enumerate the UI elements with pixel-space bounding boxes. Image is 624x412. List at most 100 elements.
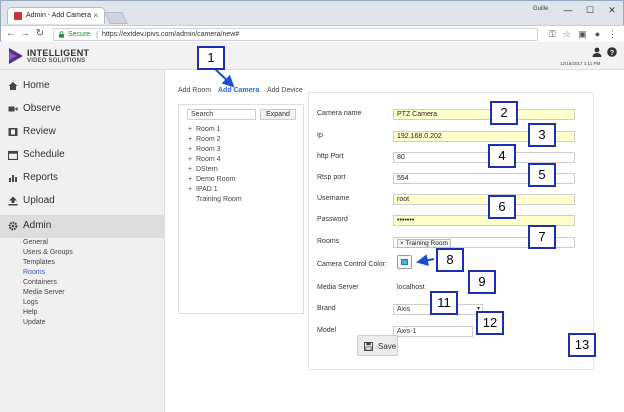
admin-sub-media-server[interactable]: Media Server xyxy=(23,289,65,296)
address-bar-row: ← → ↻ Secure | https://extdev.ipivs.com/… xyxy=(1,25,624,43)
minimize-button[interactable]: — xyxy=(559,4,577,16)
sidebar-item-label: Home xyxy=(23,80,50,91)
color-picker-button[interactable] xyxy=(397,255,412,269)
tab-add-device[interactable]: Add Device xyxy=(267,87,303,94)
browser-chrome: Admin - Add Camera × Guille — ☐ ✕ ← → ↻ … xyxy=(0,0,624,43)
username-label: Username xyxy=(317,195,350,202)
help-icon[interactable]: ? xyxy=(607,47,617,57)
tree-item[interactable]: + Room 1 xyxy=(188,126,221,133)
maximize-button[interactable]: ☐ xyxy=(581,4,599,16)
tree-item[interactable]: + Room 3 xyxy=(188,146,221,153)
search-input[interactable]: Search xyxy=(187,109,256,120)
expand-plus-icon[interactable]: + xyxy=(188,126,196,133)
media-server-value: localhost xyxy=(397,284,425,291)
film-icon xyxy=(8,128,18,136)
admin-sub-templates[interactable]: Templates xyxy=(23,259,55,266)
sidebar-item-upload[interactable]: Upload xyxy=(0,190,165,213)
callout-12: 12 xyxy=(476,311,504,335)
new-tab-button[interactable] xyxy=(104,12,128,24)
menu-kebab-icon[interactable]: ⋮ xyxy=(607,29,618,40)
room-tree-panel: Search Expand + Room 1 + Room 2 + Room 3 + R… xyxy=(178,104,304,314)
rooms-label: Rooms xyxy=(317,238,340,245)
model-select[interactable]: Axis-1 xyxy=(393,326,473,337)
expand-plus-icon[interactable]: + xyxy=(188,146,196,153)
profile-icon[interactable]: ● xyxy=(592,29,603,40)
upload-icon xyxy=(8,196,18,206)
brand-name: INTELLIGENT xyxy=(27,48,90,58)
forward-button[interactable]: → xyxy=(19,28,31,40)
sidebar-item-review[interactable]: Review xyxy=(0,121,165,144)
calendar-icon xyxy=(8,150,18,160)
expand-plus-icon[interactable]: + xyxy=(188,166,196,173)
tree-item[interactable]: + Room 2 xyxy=(188,136,221,143)
svg-text:?: ? xyxy=(610,50,614,57)
admin-sub-help[interactable]: Help xyxy=(23,309,37,316)
admin-sub-containers[interactable]: Containers xyxy=(23,279,57,286)
http-port-input[interactable]: 80 xyxy=(393,152,575,163)
reload-button[interactable]: ↻ xyxy=(34,28,46,40)
admin-sub-users-groups[interactable]: Users & Groups xyxy=(23,249,73,256)
tree-item[interactable]: + Room 4 xyxy=(188,156,221,163)
camera-name-label: Camera name xyxy=(317,110,362,117)
video-camera-icon xyxy=(8,106,18,112)
key-icon[interactable]: ⚿ xyxy=(547,29,558,40)
sidebar-item-admin[interactable]: Admin xyxy=(0,215,165,238)
sidebar-item-label: Upload xyxy=(23,195,55,206)
tree-item[interactable]: Training Room xyxy=(196,196,242,203)
save-button-label: Save xyxy=(378,342,397,351)
url-text[interactable]: https://extdev.ipivs.com/admin/camera/ne… xyxy=(102,31,239,38)
url-separator: | xyxy=(96,30,99,39)
sidebar-item-observe[interactable]: Observe xyxy=(0,98,165,121)
app-header: INTELLIGENT VIDEO SOLUTIONS ? 12/16/2017… xyxy=(0,42,624,70)
expand-plus-icon[interactable]: + xyxy=(188,176,196,183)
expand-button[interactable]: Expand xyxy=(260,109,296,120)
callout-5: 5 xyxy=(528,163,556,187)
url-field[interactable]: Secure | https://extdev.ipivs.com/admin/… xyxy=(53,28,538,41)
back-button[interactable]: ← xyxy=(5,28,17,40)
browser-tab[interactable]: Admin - Add Camera × xyxy=(7,7,105,24)
tree-item[interactable]: + Demo Room xyxy=(188,176,235,183)
camera-name-input[interactable]: PTZ Camera xyxy=(393,109,575,120)
admin-sub-general[interactable]: General xyxy=(23,239,48,246)
tab-close-icon[interactable]: × xyxy=(93,11,98,20)
callout-11: 11 xyxy=(430,291,458,315)
gear-icon xyxy=(8,221,18,231)
sidebar-item-schedule[interactable]: Schedule xyxy=(0,144,165,167)
bookmark-star-icon[interactable]: ☆ xyxy=(561,29,572,40)
save-button[interactable]: Save xyxy=(357,335,398,356)
sidebar-item-label: Observe xyxy=(23,103,61,114)
username-input[interactable]: root xyxy=(393,194,575,205)
floppy-disk-icon xyxy=(364,342,373,351)
callout-6: 6 xyxy=(488,195,516,219)
tree-item[interactable]: + IPAD 1 xyxy=(188,186,218,193)
home-icon xyxy=(8,82,18,90)
lock-icon xyxy=(59,31,64,38)
sidebar-item-reports[interactable]: Reports xyxy=(0,167,165,190)
secure-label: Secure xyxy=(68,31,91,38)
sidebar-item-label: Review xyxy=(23,126,56,137)
callout-2: 2 xyxy=(490,101,518,125)
expand-plus-icon[interactable]: + xyxy=(188,186,196,193)
expand-plus-icon[interactable]: + xyxy=(188,136,196,143)
admin-sub-rooms[interactable]: Rooms xyxy=(23,269,45,276)
admin-sub-logs[interactable]: Logs xyxy=(23,299,38,306)
http-port-label: http Port xyxy=(317,153,344,160)
callout-7: 7 xyxy=(528,225,556,249)
ip-label: Ip xyxy=(317,132,323,139)
camera-control-color-label: Camera Control Color: xyxy=(317,261,388,268)
tag-remove-icon[interactable]: × xyxy=(400,240,404,247)
close-window-button[interactable]: ✕ xyxy=(603,4,621,16)
sidebar-item-home[interactable]: Home xyxy=(0,75,165,98)
brand-label: Brand xyxy=(317,305,336,312)
tab-add-camera[interactable]: Add Camera xyxy=(218,87,259,94)
extension-icon[interactable]: ▣ xyxy=(577,29,588,40)
callout-1: 1 xyxy=(197,46,225,70)
tab-add-room[interactable]: Add Room xyxy=(178,87,211,94)
password-label: Password xyxy=(317,216,348,223)
favicon-icon xyxy=(14,12,22,20)
admin-sub-update[interactable]: Update xyxy=(23,319,46,326)
browser-user-label[interactable]: Guille xyxy=(533,6,548,12)
expand-plus-icon[interactable]: + xyxy=(188,156,196,163)
user-icon[interactable] xyxy=(592,47,602,57)
tree-item[interactable]: + DStern xyxy=(188,166,218,173)
